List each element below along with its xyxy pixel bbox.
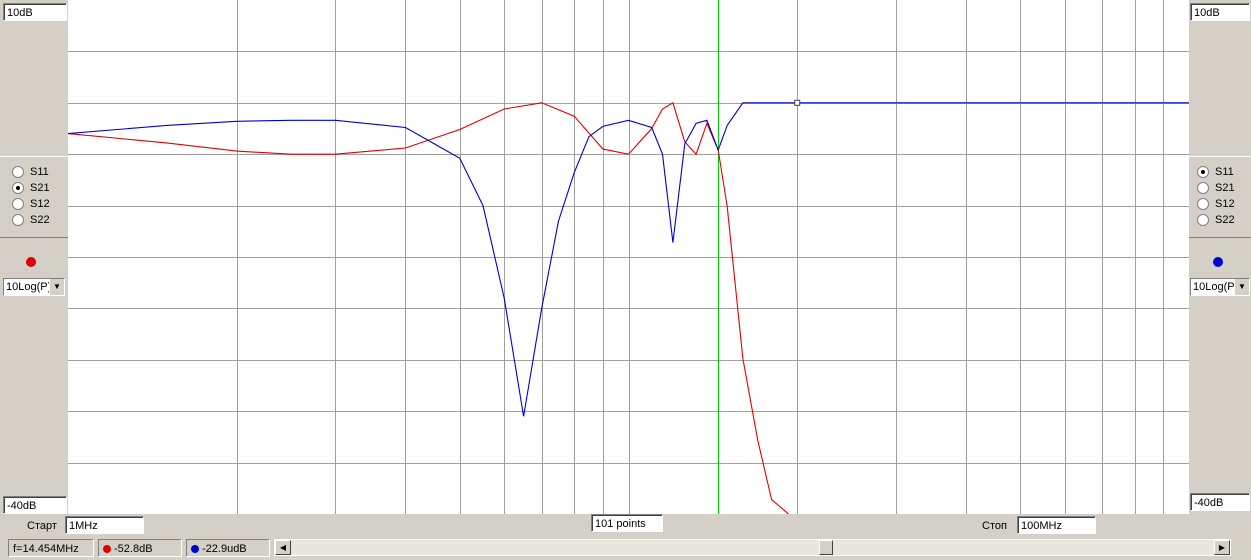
trace-marker-square xyxy=(794,99,801,106)
blue-dot-icon xyxy=(191,545,199,553)
response-plot[interactable] xyxy=(68,0,1189,514)
scroll-thumb[interactable] xyxy=(819,540,833,555)
start-frequency-field[interactable]: 1MHz xyxy=(65,516,144,534)
stop-frequency-field[interactable]: 100MHz xyxy=(1017,516,1096,534)
right-axis-panel: 10dB S11 S21 S12 S22 10Log(P) ▼ -40dB xyxy=(1189,0,1251,514)
left-radio-s21[interactable]: S21 xyxy=(12,181,50,196)
radio-dot-icon xyxy=(12,214,24,227)
status-red-readout: -52.8dB xyxy=(98,539,182,557)
radio-dot-icon xyxy=(12,198,24,211)
dropdown-arrow-icon: ▼ xyxy=(49,279,64,295)
left-radio-s12[interactable]: S12 xyxy=(12,197,50,212)
right-ymax-field[interactable]: 10dB xyxy=(1190,3,1250,21)
right-radio-s11[interactable]: S11 xyxy=(1197,165,1234,180)
red-dot-icon xyxy=(103,545,111,553)
scroll-right-button[interactable]: ▶ xyxy=(1214,540,1230,555)
left-ymin-field[interactable]: -40dB xyxy=(3,496,67,514)
frequency-scrollbar[interactable]: ◀ ▶ xyxy=(274,539,1231,556)
right-sparam-group: S11 S21 S12 S22 xyxy=(1189,156,1251,238)
radio-dot-icon xyxy=(1197,198,1209,211)
radio-dot-icon xyxy=(1197,214,1209,227)
left-ymax-field[interactable]: 10dB xyxy=(3,3,67,21)
plot-grid xyxy=(68,0,1189,514)
points-count-field[interactable]: 101 points xyxy=(591,514,663,532)
radio-dot-icon xyxy=(12,182,24,195)
status-blue-readout: -22.9udB xyxy=(186,539,270,557)
left-axis-panel: 10dB S11 S21 S12 S22 10Log(P) ▼ -40dB xyxy=(0,0,68,514)
start-label: Старт xyxy=(27,520,57,532)
stop-label: Стоп xyxy=(982,520,1007,532)
right-radio-s21[interactable]: S21 xyxy=(1197,181,1235,196)
left-radio-s11[interactable]: S11 xyxy=(12,165,49,180)
right-radio-s12[interactable]: S12 xyxy=(1197,197,1235,212)
radio-dot-icon xyxy=(1197,166,1209,179)
right-ymin-field[interactable]: -40dB xyxy=(1190,493,1250,511)
status-frequency: f=14.454MHz xyxy=(8,539,94,557)
right-format-select[interactable]: 10Log(P) ▼ xyxy=(1190,278,1250,296)
blue-trace-marker-icon xyxy=(1213,257,1223,267)
left-sparam-group: S11 S21 S12 S22 xyxy=(0,156,68,238)
right-radio-s22[interactable]: S22 xyxy=(1197,213,1235,228)
red-trace-marker-icon xyxy=(26,257,36,267)
radio-dot-icon xyxy=(12,166,24,179)
left-radio-s22[interactable]: S22 xyxy=(12,213,50,228)
radio-dot-icon xyxy=(1197,182,1209,195)
scroll-left-button[interactable]: ◀ xyxy=(275,540,291,555)
left-format-select[interactable]: 10Log(P) ▼ xyxy=(3,278,65,296)
dropdown-arrow-icon: ▼ xyxy=(1234,279,1249,295)
